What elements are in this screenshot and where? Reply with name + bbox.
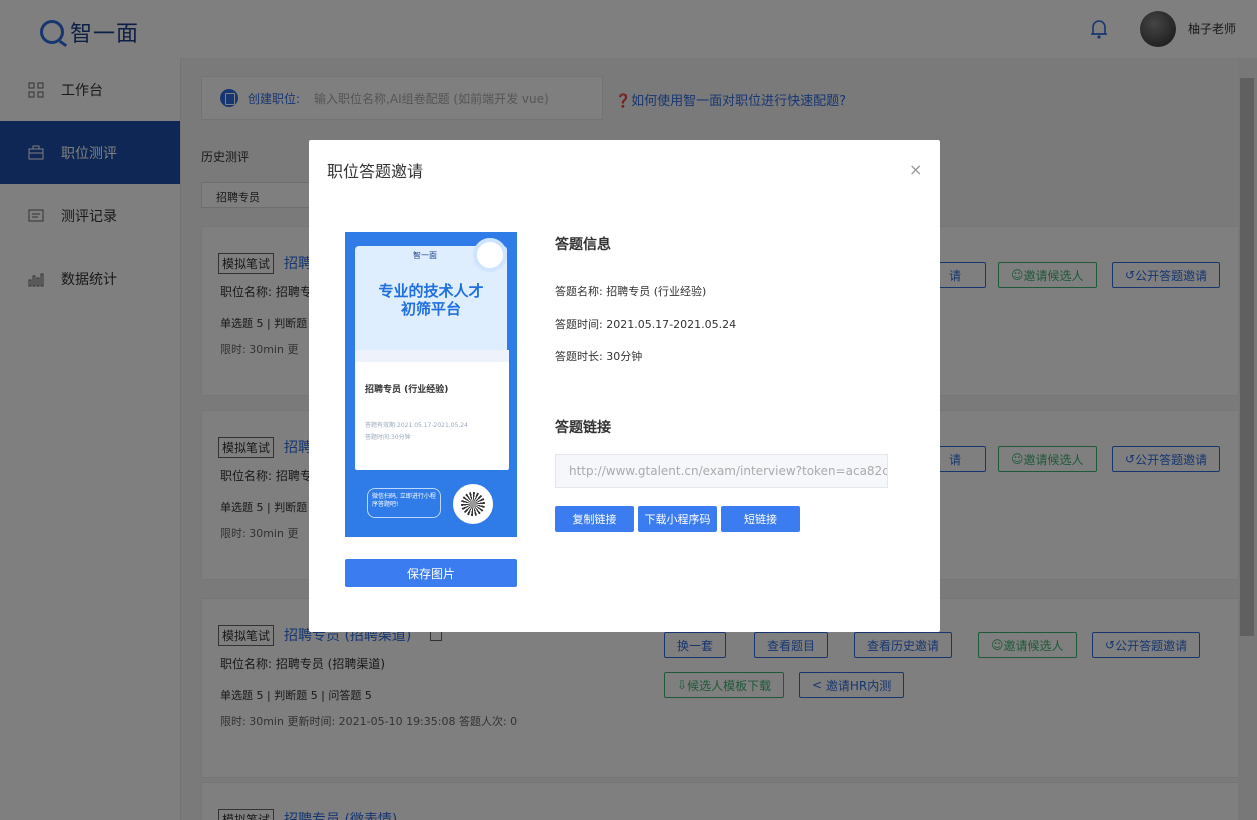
save-image-button[interactable]: 保存图片 xyxy=(345,559,517,587)
poster-card: 招聘专员 (行业经验) 答题有效期:2021.05.17-2021.05.24 … xyxy=(355,350,509,470)
poster-bubble: 微信扫码, 立即进行小程序答题吧! xyxy=(367,488,441,518)
poster-logo: 智一面 xyxy=(413,251,437,260)
qr-code-icon xyxy=(453,484,493,524)
poster-headline: 初筛平台 xyxy=(400,300,461,318)
poster-card-header xyxy=(355,350,509,362)
modal-title: 职位答题邀请 xyxy=(327,162,424,181)
magnifier-icon xyxy=(473,238,507,272)
info-duration: 答题时长: 30分钟 xyxy=(555,350,643,363)
poster-card-duration: 答题时间:30分钟 xyxy=(365,434,411,441)
close-icon[interactable]: × xyxy=(909,160,922,179)
link-field[interactable]: http://www.gtalent.cn/exam/interview?tok… xyxy=(555,454,888,488)
info-time: 答题时间: 2021.05.17-2021.05.24 xyxy=(555,318,737,331)
info-title: 答题信息 xyxy=(555,237,611,253)
copy-link-button[interactable]: 复制链接 xyxy=(555,506,634,532)
link-title: 答题链接 xyxy=(555,420,611,436)
invite-poster: 智一面 专业的技术人才 初筛平台 招聘专员 (行业经验) 答题有效期:2021.… xyxy=(345,232,517,537)
poster-card-title: 招聘专员 (行业经验) xyxy=(365,385,449,395)
download-miniprogram-button[interactable]: 下载小程序码 xyxy=(638,506,717,532)
short-link-button[interactable]: 短链接 xyxy=(721,506,800,532)
info-name: 答题名称: 招聘专员 (行业经验) xyxy=(555,285,707,298)
invite-modal: 职位答题邀请 × 智一面 专业的技术人才 初筛平台 招聘专员 (行业经验) 答题… xyxy=(309,140,940,632)
poster-card-time: 答题有效期:2021.05.17-2021.05.24 xyxy=(365,422,468,429)
